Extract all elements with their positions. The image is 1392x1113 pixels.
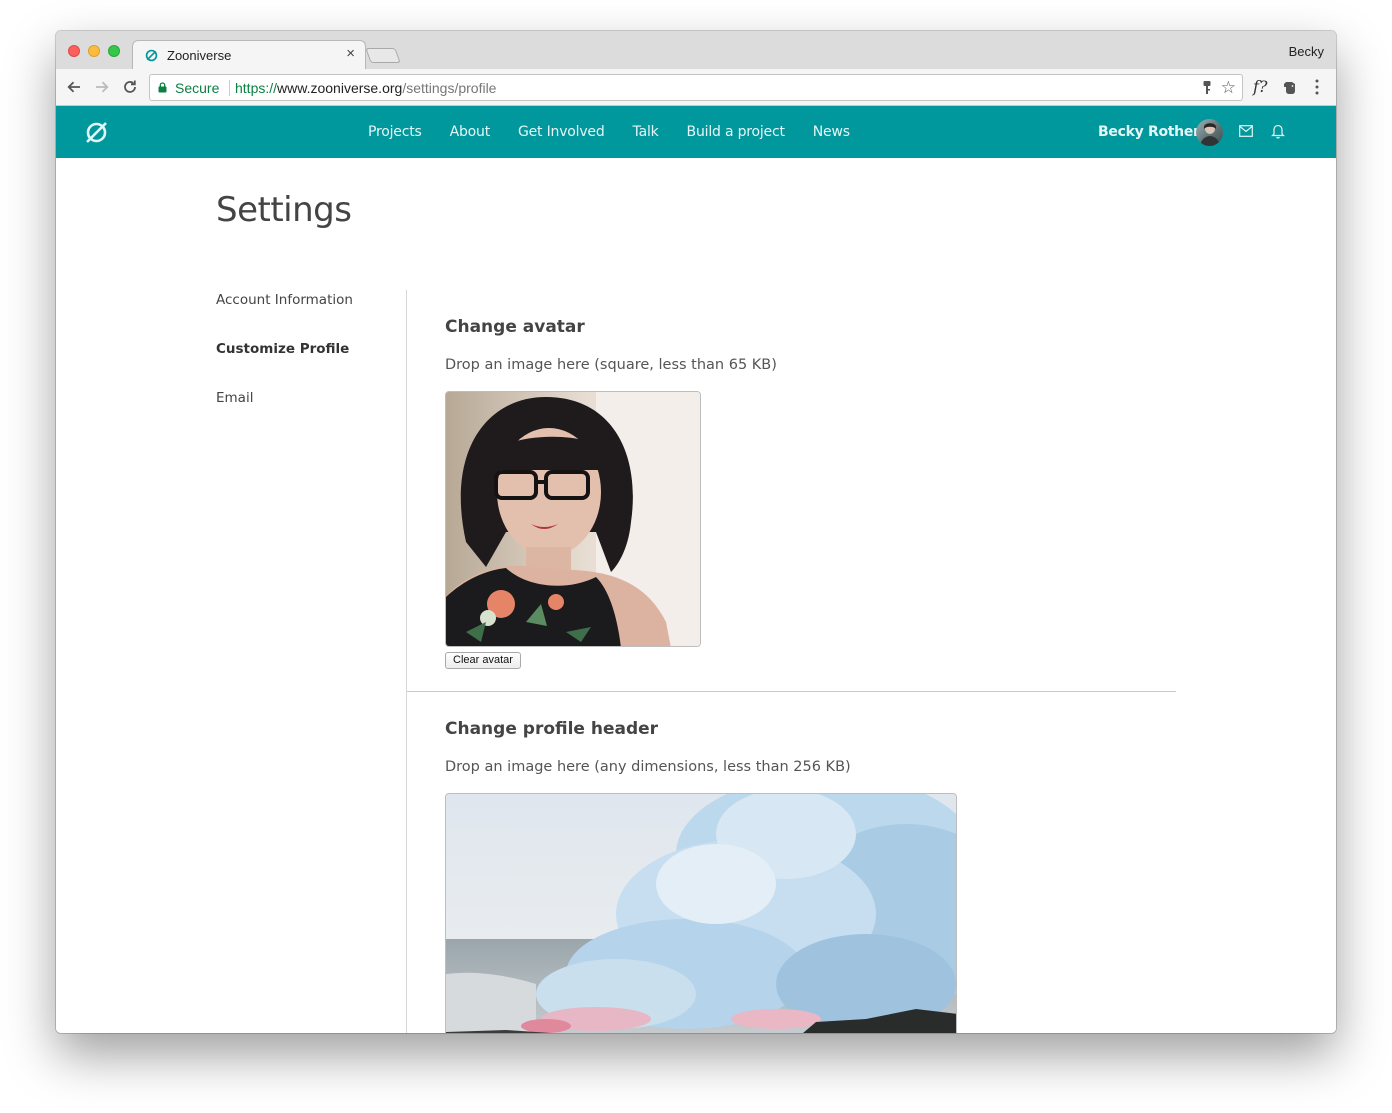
nav-projects[interactable]: Projects xyxy=(368,124,422,140)
url-text[interactable]: https://www.zooniverse.org/settings/prof… xyxy=(235,80,496,96)
profile-header-image xyxy=(446,794,956,1033)
avatar-image xyxy=(446,392,700,646)
user-avatar-image xyxy=(1200,123,1220,146)
messages-envelope-icon[interactable] xyxy=(1239,125,1253,137)
reload-icon[interactable] xyxy=(121,78,139,96)
url-path: /settings/profile xyxy=(402,80,497,96)
nav-get-involved[interactable]: Get Involved xyxy=(518,124,605,140)
browser-tab[interactable]: Zooniverse × xyxy=(132,40,366,69)
settings-page: Settings Account Information Customize P… xyxy=(56,158,1336,1033)
tab-close-icon[interactable]: × xyxy=(346,46,355,62)
notifications-bell-icon[interactable] xyxy=(1271,123,1285,139)
nav-news[interactable]: News xyxy=(813,124,850,140)
clear-avatar-button[interactable]: Clear avatar xyxy=(445,652,521,669)
tab-title: Zooniverse xyxy=(167,48,232,63)
side-nav-email[interactable]: Email xyxy=(216,389,406,438)
tab-strip: Zooniverse × Becky xyxy=(56,31,1336,69)
evernote-elephant-icon[interactable] xyxy=(1283,79,1297,95)
nav-talk[interactable]: Talk xyxy=(633,124,659,140)
nav-about[interactable]: About xyxy=(450,124,491,140)
close-window-button[interactable] xyxy=(68,45,80,57)
nav-build-a-project[interactable]: Build a project xyxy=(687,124,785,140)
change-profile-header-heading: Change profile header xyxy=(445,719,659,739)
page-title: Settings xyxy=(216,190,352,230)
browser-profile-name[interactable]: Becky xyxy=(1289,44,1324,59)
side-nav-account-information[interactable]: Account Information xyxy=(216,291,406,340)
user-avatar[interactable] xyxy=(1196,119,1223,146)
url-host: www.zooniverse.org xyxy=(277,80,403,96)
bookmark-star-icon[interactable]: ☆ xyxy=(1221,79,1236,97)
settings-side-nav: Account Information Customize Profile Em… xyxy=(216,291,406,438)
address-bar[interactable]: Secure https://www.zooniverse.org/settin… xyxy=(149,74,1243,101)
extension-f-icon[interactable]: f? xyxy=(1253,77,1268,96)
secure-label: Secure xyxy=(175,80,220,96)
zooniverse-favicon-icon xyxy=(145,49,158,62)
profile-header-drop-hint: Drop an image here (any dimensions, less… xyxy=(445,759,851,775)
section-divider xyxy=(407,691,1176,692)
change-avatar-heading: Change avatar xyxy=(445,317,585,337)
back-arrow-icon[interactable] xyxy=(65,78,83,96)
zooniverse-logo-icon[interactable] xyxy=(84,120,109,145)
avatar-drop-zone[interactable] xyxy=(445,391,701,647)
profile-header-drop-zone[interactable] xyxy=(445,793,957,1033)
maximize-window-button[interactable] xyxy=(108,45,120,57)
minimize-window-button[interactable] xyxy=(88,45,100,57)
lock-icon xyxy=(158,82,167,93)
new-tab-button[interactable] xyxy=(365,48,401,63)
site-header: Projects About Get Involved Talk Build a… xyxy=(56,106,1336,158)
omnibox-separator xyxy=(229,80,230,96)
browser-menu-icon[interactable] xyxy=(1311,78,1323,96)
side-nav-divider xyxy=(406,290,407,1033)
avatar-drop-hint: Drop an image here (square, less than 65… xyxy=(445,357,777,373)
side-nav-customize-profile[interactable]: Customize Profile xyxy=(216,340,406,389)
user-menu-name[interactable]: Becky Rother xyxy=(1098,124,1200,140)
forward-arrow-icon[interactable] xyxy=(93,78,111,96)
key-icon[interactable] xyxy=(1200,80,1214,96)
url-scheme: https:// xyxy=(235,80,278,96)
browser-window: Zooniverse × Becky Secure https://www.zo… xyxy=(56,31,1336,1033)
browser-toolbar: Secure https://www.zooniverse.org/settin… xyxy=(56,69,1336,106)
main-nav: Projects About Get Involved Talk Build a… xyxy=(368,106,878,158)
